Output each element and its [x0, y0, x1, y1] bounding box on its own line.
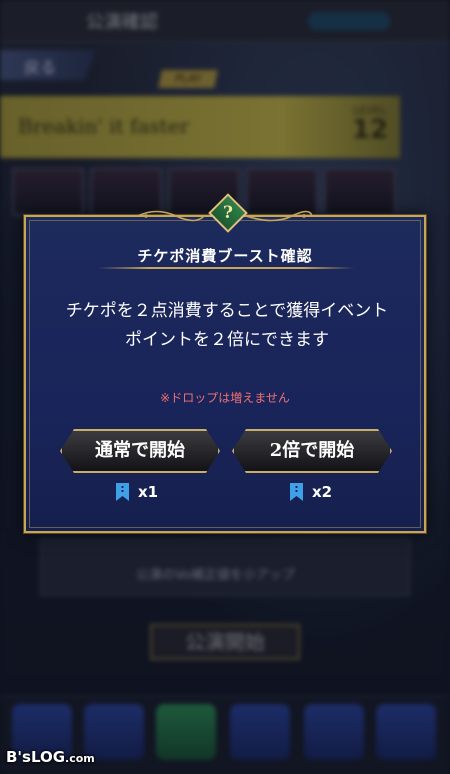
dialog-message: チケポを２点消費することで獲得イベントポイントを２倍にできます — [65, 301, 389, 350]
ornament-left-icon — [137, 210, 205, 222]
question-mark-icon: ? — [223, 203, 233, 223]
watermark-text: B'sLOG — [6, 748, 66, 766]
start-normal-button[interactable]: 通常で開始 — [60, 429, 220, 473]
double-cost-label: x2 — [312, 483, 333, 501]
site-watermark: B'sLOG.com — [6, 748, 95, 766]
title-divider — [98, 267, 354, 269]
dialog-title: チケポ消費ブースト確認 — [137, 247, 313, 265]
drop-note: ※ドロップは増えません — [160, 391, 290, 405]
normal-cost-label: x1 — [138, 483, 159, 501]
start-double-button[interactable]: 2倍で開始 — [232, 429, 392, 473]
ticket-icon — [116, 483, 129, 501]
double-cost: x2 — [290, 481, 380, 503]
normal-cost: x1 — [116, 481, 206, 503]
ticket-icon — [290, 483, 303, 501]
boost-confirm-dialog: ? チケポ消費ブースト確認 チケポを２点消費することで獲得イベントポイントを２倍… — [24, 193, 426, 533]
ornament-right-icon — [245, 210, 313, 222]
watermark-suffix: .com — [65, 752, 95, 765]
